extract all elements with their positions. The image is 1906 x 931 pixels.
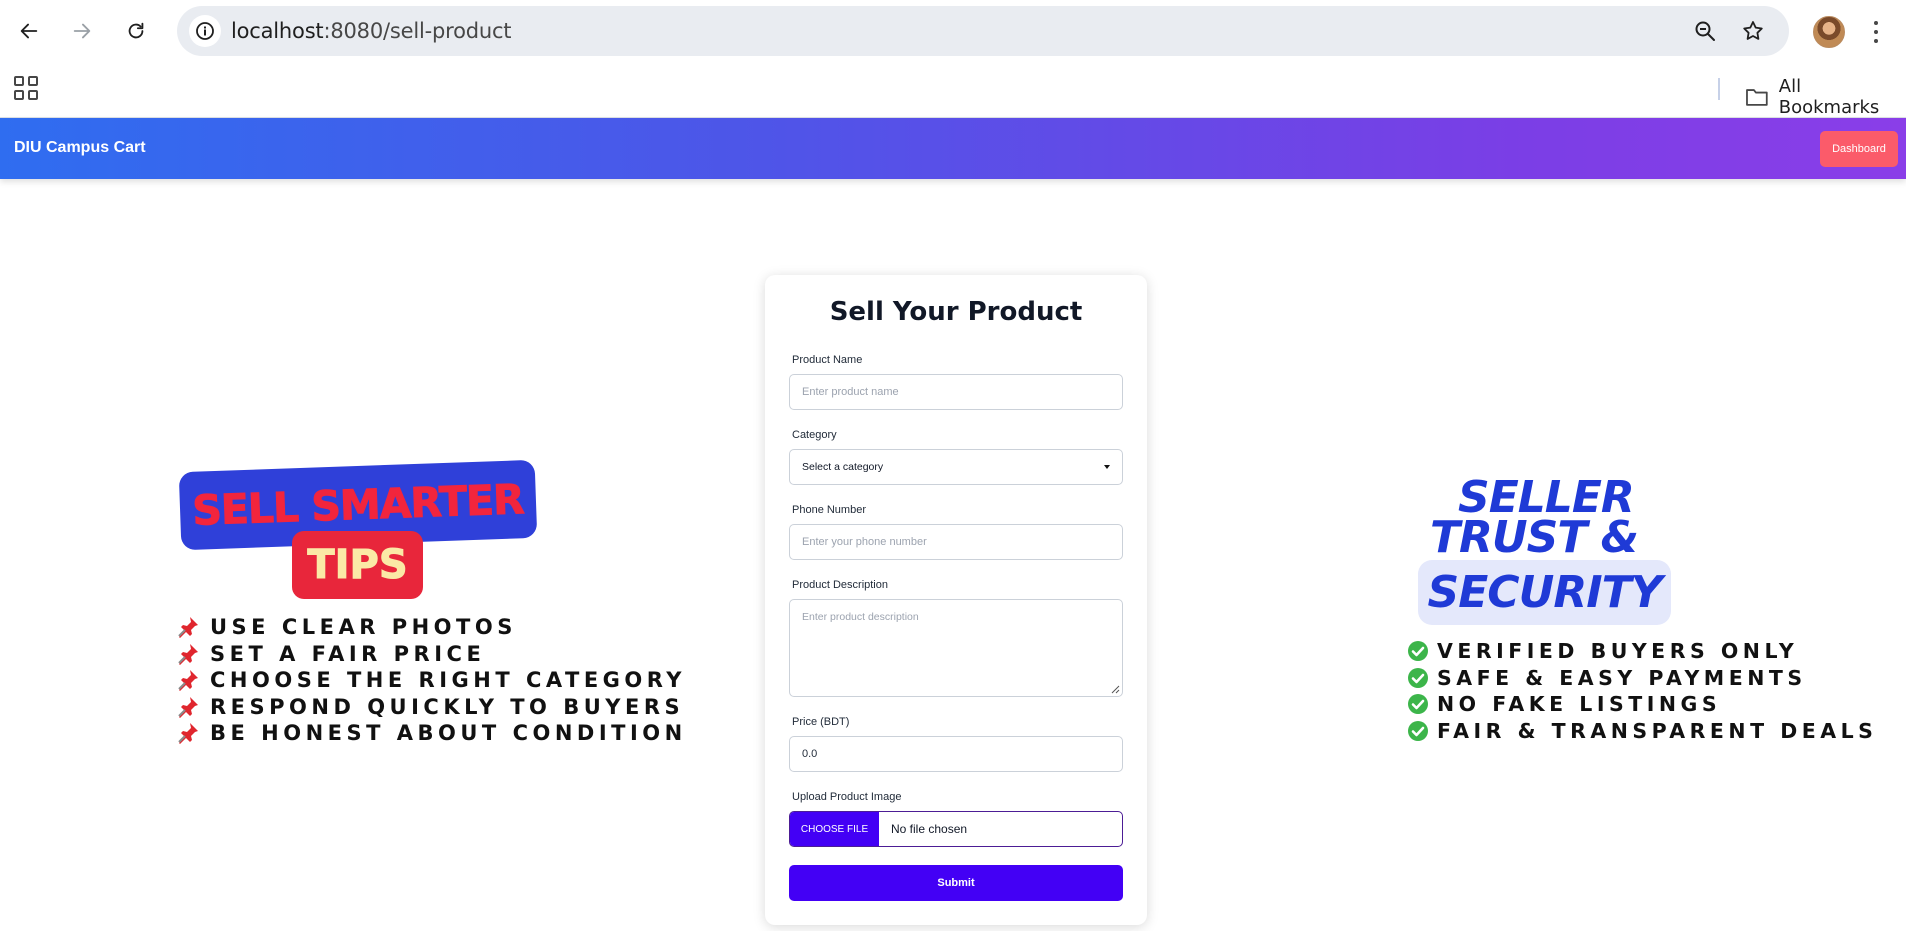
tip-text: RESPOND QUICKLY TO BUYERS	[210, 694, 685, 719]
folder-icon	[1746, 89, 1768, 106]
tips-list-item: RESPOND QUICKLY TO BUYERS	[176, 694, 687, 721]
resize-handle-icon[interactable]	[1110, 684, 1120, 694]
check-circle-icon	[1408, 641, 1428, 662]
tips-list-item: USE CLEAR PHOTOS	[176, 614, 687, 641]
trust-title-line3: SECURITY	[1418, 560, 1671, 625]
check-circle-icon	[1408, 694, 1428, 715]
dropdown-caret-icon	[1104, 465, 1110, 469]
category-label: Category	[792, 429, 837, 441]
dashboard-button[interactable]: Dashboard	[1820, 131, 1898, 167]
product-name-label: Product Name	[792, 354, 863, 366]
forward-button[interactable]	[64, 13, 100, 49]
apps-grid-icon[interactable]	[14, 76, 38, 100]
tips-list-item: CHOOSE THE RIGHT CATEGORY	[176, 667, 687, 694]
trust-text: SAFE & EASY PAYMENTS	[1437, 665, 1807, 690]
pushpin-icon	[178, 723, 198, 745]
trust-title-line2: TRUST &	[1430, 512, 1639, 563]
tips-subtitle: TIPS	[307, 542, 408, 589]
trust-list-item: NO FAKE LISTINGS	[1407, 691, 1877, 718]
check-circle-icon	[1408, 667, 1428, 688]
reload-button[interactable]	[118, 13, 154, 49]
profile-avatar[interactable]	[1813, 16, 1845, 48]
all-bookmarks-button[interactable]: All Bookmarks	[1745, 76, 1906, 118]
pushpin-icon	[178, 617, 198, 639]
zoom-icon[interactable]	[1692, 18, 1718, 44]
submit-button[interactable]: Submit	[789, 865, 1123, 901]
trust-list-item: SAFE & EASY PAYMENTS	[1407, 665, 1877, 692]
trust-text: FAIR & TRANSPARENT DEALS	[1437, 718, 1878, 743]
choose-file-button[interactable]: CHOOSE FILE	[790, 812, 879, 846]
trust-list-item: VERIFIED BUYERS ONLY	[1407, 638, 1877, 665]
tips-list-item: SET A FAIR PRICE	[176, 641, 687, 668]
url-path: :8080/sell-product	[323, 19, 512, 43]
category-select[interactable]: Select a category	[789, 449, 1123, 485]
brand-logo[interactable]: DIU Campus Cart	[14, 139, 146, 157]
pushpin-icon	[178, 670, 198, 692]
trust-list-item: FAIR & TRANSPARENT DEALS	[1407, 718, 1877, 745]
back-arrow-icon	[20, 23, 38, 39]
browser-menu-icon[interactable]	[1868, 18, 1884, 46]
tips-title: SELL SMARTER	[191, 475, 525, 536]
phone-number-input[interactable]: Enter your phone number	[789, 524, 1123, 560]
pushpin-icon	[178, 643, 198, 665]
bookmarks-bar: All Bookmarks	[0, 62, 1906, 118]
category-selected-value: Select a category	[802, 461, 884, 473]
tips-list-item: BE HONEST ABOUT CONDITION	[176, 720, 687, 747]
trust-text: NO FAKE LISTINGS	[1437, 692, 1722, 717]
description-placeholder: Enter product description	[802, 611, 919, 623]
sell-product-page: SELL SMARTER TIPS USE CLEAR PHOTOS SET A…	[0, 179, 1906, 931]
bookmarks-divider	[1718, 78, 1720, 100]
tip-text: SET A FAIR PRICE	[210, 641, 486, 666]
trust-title: SELLER TRUST &	[1430, 476, 1639, 563]
site-info-icon[interactable]	[189, 15, 221, 47]
reload-icon	[128, 22, 144, 39]
trust-text: VERIFIED BUYERS ONLY	[1437, 639, 1799, 664]
tip-text: BE HONEST ABOUT CONDITION	[210, 721, 687, 746]
phone-number-label: Phone Number	[792, 504, 866, 516]
trust-list: VERIFIED BUYERS ONLY SAFE & EASY PAYMENT…	[1407, 638, 1877, 744]
file-status-text: No file chosen	[891, 822, 968, 836]
all-bookmarks-label: All Bookmarks	[1778, 76, 1880, 118]
upload-image-label: Upload Product Image	[792, 791, 902, 803]
sell-product-form: Sell Your Product Product Name Enter pro…	[765, 275, 1147, 925]
bookmark-star-icon[interactable]	[1740, 18, 1766, 44]
tips-subtitle-badge: TIPS	[292, 531, 423, 599]
url-host: localhost	[231, 19, 324, 43]
price-input[interactable]: 0.0	[789, 736, 1123, 772]
url-text[interactable]: localhost:8080/sell-product	[231, 19, 512, 43]
product-description-textarea[interactable]: Enter product description	[789, 599, 1123, 697]
price-label: Price (BDT)	[792, 716, 850, 728]
form-title: Sell Your Product	[829, 297, 1083, 327]
pushpin-icon	[178, 696, 198, 718]
tips-list: USE CLEAR PHOTOS SET A FAIR PRICE CHOOSE…	[176, 614, 687, 747]
browser-toolbar: localhost:8080/sell-product	[0, 0, 1906, 62]
product-description-label: Product Description	[792, 579, 888, 591]
forward-arrow-icon	[73, 23, 91, 39]
back-button[interactable]	[11, 13, 47, 49]
tip-text: USE CLEAR PHOTOS	[210, 615, 517, 640]
address-bar[interactable]: localhost:8080/sell-product	[177, 6, 1789, 56]
upload-image-input[interactable]: CHOOSE FILE No file chosen	[789, 811, 1123, 847]
check-circle-icon	[1408, 720, 1428, 741]
product-name-input[interactable]: Enter product name	[789, 374, 1123, 410]
app-navbar: DIU Campus Cart Dashboard	[0, 118, 1906, 179]
tip-text: CHOOSE THE RIGHT CATEGORY	[210, 668, 686, 693]
